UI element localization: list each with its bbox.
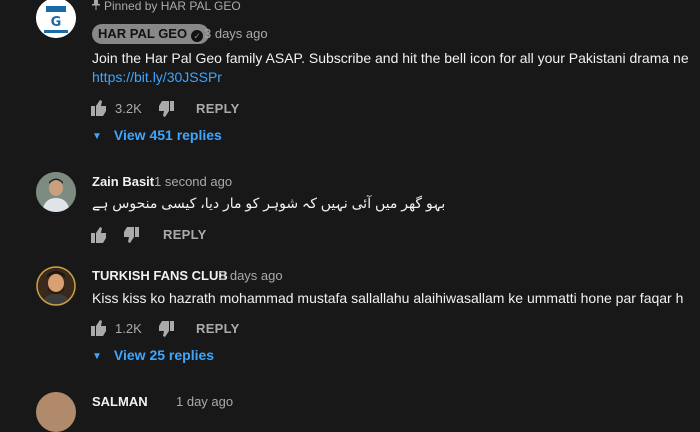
thumbs-down-icon[interactable]	[158, 101, 174, 122]
user-avatar[interactable]	[36, 266, 76, 306]
caret-down-icon: ▼	[92, 351, 102, 362]
comment-time[interactable]: 1 second ago	[154, 174, 232, 189]
comment-link[interactable]: https://bit.ly/30JSSPr	[92, 69, 222, 85]
comment-time[interactable]: 1 day ago	[176, 394, 233, 409]
pinned-indicator: Pinned by HAR PAL GEO	[92, 0, 241, 13]
comment-author[interactable]: Zain Basit	[92, 174, 154, 189]
thumbs-up-icon[interactable]	[91, 320, 107, 341]
pin-icon	[92, 0, 100, 13]
author-name: HAR PAL GEO	[98, 26, 188, 41]
view-replies-label: View 451 replies	[113, 127, 222, 143]
svg-text:G: G	[51, 15, 62, 30]
view-replies-button[interactable]: ▼ View 451 replies	[92, 127, 222, 143]
comment-author[interactable]: SALMAN	[92, 394, 148, 409]
thumbs-down-icon[interactable]	[158, 321, 174, 342]
comment-text: بہو گھر میں آئی نہیں کہ شوہر کو مار دیا،…	[92, 195, 446, 211]
thumbs-up-icon[interactable]	[91, 100, 107, 121]
view-replies-button[interactable]: ▼ View 25 replies	[92, 347, 214, 363]
like-count: 3.2K	[115, 101, 142, 116]
reply-button[interactable]: REPLY	[196, 101, 240, 116]
author-chip[interactable]: HAR PAL GEO ✓	[92, 24, 210, 44]
comment-time[interactable]: 3 days ago	[204, 26, 268, 41]
thumbs-down-icon[interactable]	[123, 227, 139, 248]
caret-down-icon: ▼	[92, 131, 102, 142]
view-replies-label: View 25 replies	[113, 347, 215, 363]
comment-text: Join the Har Pal Geo family ASAP. Subscr…	[92, 50, 689, 66]
pinned-label: Pinned by HAR PAL GEO	[104, 0, 241, 13]
channel-avatar[interactable]: G	[36, 0, 76, 38]
comment-time[interactable]: 3 days ago	[219, 268, 283, 283]
like-count: 1.2K	[115, 321, 142, 336]
reply-button[interactable]: REPLY	[196, 321, 240, 336]
comment-text: Kiss kiss ko hazrath mohammad mustafa sa…	[92, 290, 684, 306]
user-avatar[interactable]	[36, 392, 76, 432]
thumbs-up-icon[interactable]	[91, 227, 107, 248]
comment-author[interactable]: TURKISH FANS CLUB	[92, 268, 228, 283]
reply-button[interactable]: REPLY	[163, 227, 207, 242]
verified-check-icon: ✓	[191, 30, 204, 42]
user-avatar[interactable]	[36, 172, 76, 212]
